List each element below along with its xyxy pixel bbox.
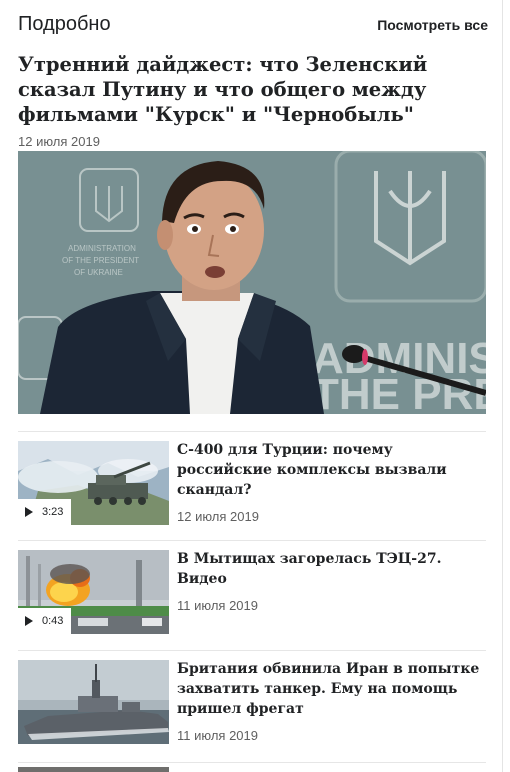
list-item-date: 11 июля 2019 [177, 728, 258, 743]
news-panel: Подробно Посмотреть все Утренний дайджес… [0, 0, 503, 772]
list-item[interactable]: Британия обвинила Иран в попытке захвати… [18, 650, 486, 747]
section-header: Подробно Посмотреть все [18, 11, 488, 39]
list-item-date: 11 июля 2019 [177, 598, 258, 613]
play-icon [25, 616, 33, 626]
next-item-thumbnail-partial[interactable] [18, 767, 169, 772]
video-duration-badge: 3:23 [18, 499, 72, 525]
video-duration: 3:23 [42, 506, 64, 518]
list-item-text: С-400 для Турции: почему российские комп… [177, 440, 486, 524]
list-item-text: В Мытищах загорелась ТЭЦ-27. Видео 11 ию… [177, 549, 486, 613]
list-item-date: 12 июля 2019 [177, 509, 259, 524]
lead-story-title[interactable]: Утренний дайджест: что Зеленский сказал … [18, 52, 486, 127]
see-all-link[interactable]: Посмотреть все [377, 17, 488, 33]
section-title: Подробно [18, 13, 111, 35]
video-thumbnail[interactable]: 0:43 [18, 550, 169, 634]
lead-story-date: 12 июля 2019 [18, 134, 100, 149]
lead-story[interactable]: Утренний дайджест: что Зеленский сказал … [18, 52, 486, 149]
video-thumbnail[interactable]: 3:23 [18, 441, 169, 525]
video-duration-badge: 0:43 [18, 608, 72, 634]
list-item-title[interactable]: Британия обвинила Иран в попытке захвати… [177, 659, 486, 719]
lead-story-image[interactable]: ADMINISTRATION OF THE PRESIDENT OF UKRAI… [18, 151, 486, 414]
article-thumbnail[interactable] [18, 660, 169, 744]
play-icon [25, 507, 33, 517]
backdrop-text-line: ADMINISTRATION [68, 244, 136, 253]
list-item[interactable]: 0:43 В Мытищах загорелась ТЭЦ-27. Видео … [18, 540, 486, 637]
backdrop-text-line: OF UKRAINE [74, 268, 123, 277]
list-item[interactable]: 3:23 С-400 для Турции: почему российские… [18, 431, 486, 528]
list-item-title[interactable]: В Мытищах загорелась ТЭЦ-27. Видео [177, 549, 486, 589]
divider [18, 762, 486, 763]
backdrop-text-line: THE PRESID [312, 370, 486, 414]
list-item-text: Британия обвинила Иран в попытке захвати… [177, 659, 486, 743]
video-duration: 0:43 [42, 615, 64, 627]
list-item-title[interactable]: С-400 для Турции: почему российские комп… [177, 440, 486, 500]
backdrop-text-line: OF THE PRESIDENT [62, 256, 139, 265]
